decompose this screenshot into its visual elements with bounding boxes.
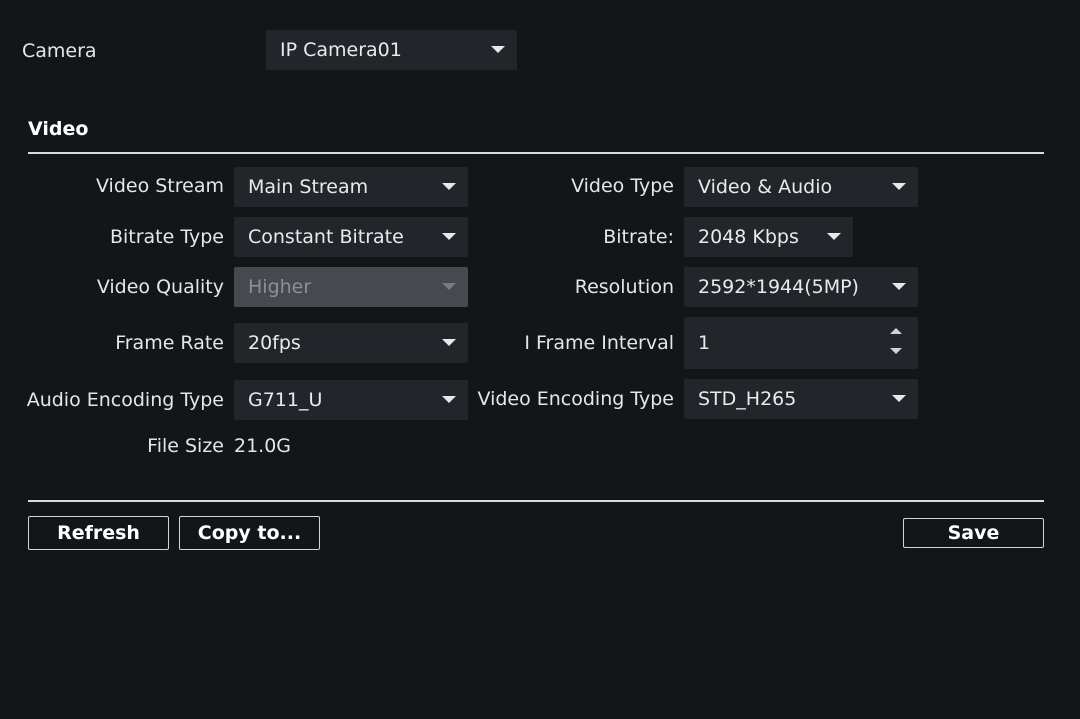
file-size-label: File Size — [147, 435, 224, 457]
audio-encoding-label: Audio Encoding Type — [26, 389, 224, 411]
chevron-down-icon — [442, 396, 456, 403]
save-button[interactable]: Save — [903, 518, 1044, 548]
audio-encoding-select[interactable]: G711_U — [234, 380, 468, 420]
chevron-down-icon — [892, 395, 906, 402]
video-quality-value: Higher — [248, 276, 312, 298]
section-divider-bottom — [28, 500, 1044, 502]
copy-to-button[interactable]: Copy to... — [179, 516, 320, 550]
camera-select[interactable]: IP Camera01 — [266, 30, 517, 70]
file-size-value: 21.0G — [234, 435, 292, 457]
refresh-button[interactable]: Refresh — [28, 516, 169, 550]
bitrate-type-select[interactable]: Constant Bitrate — [234, 217, 468, 257]
video-type-value: Video & Audio — [698, 176, 833, 198]
bitrate-label: Bitrate: — [603, 226, 674, 248]
bitrate-select[interactable]: 2048 Kbps — [684, 217, 853, 257]
resolution-select[interactable]: 2592*1944(5MP) — [684, 267, 918, 307]
bitrate-value: 2048 Kbps — [698, 226, 799, 248]
bitrate-type-label: Bitrate Type — [109, 226, 224, 248]
resolution-label: Resolution — [574, 276, 674, 298]
bitrate-type-value: Constant Bitrate — [248, 226, 404, 248]
chevron-down-icon — [827, 233, 841, 240]
spin-up-icon[interactable] — [890, 328, 902, 334]
camera-label: Camera — [22, 40, 97, 62]
frame-rate-select[interactable]: 20fps — [234, 323, 468, 363]
video-quality-label: Video Quality — [96, 276, 224, 298]
i-frame-interval-value: 1 — [698, 332, 711, 354]
frame-rate-value: 20fps — [248, 332, 301, 354]
chevron-down-icon — [892, 183, 906, 190]
video-stream-label: Video Stream — [95, 175, 224, 197]
video-encoding-value: STD_H265 — [698, 388, 797, 410]
audio-encoding-value: G711_U — [248, 389, 323, 411]
video-encoding-select[interactable]: STD_H265 — [684, 379, 918, 419]
resolution-value: 2592*1944(5MP) — [698, 276, 859, 298]
chevron-down-icon — [491, 46, 505, 53]
i-frame-interval-label: I Frame Interval — [524, 332, 674, 354]
chevron-down-icon — [892, 283, 906, 290]
video-stream-select[interactable]: Main Stream — [234, 167, 468, 207]
spin-down-icon[interactable] — [890, 348, 902, 354]
frame-rate-label: Frame Rate — [115, 332, 224, 354]
video-type-label: Video Type — [571, 175, 674, 197]
section-divider-top — [28, 152, 1044, 154]
video-type-select[interactable]: Video & Audio — [684, 167, 918, 207]
camera-select-value: IP Camera01 — [280, 39, 402, 61]
video-encoding-label: Video Encoding Type — [477, 388, 674, 410]
i-frame-interval-stepper[interactable]: 1 — [684, 317, 918, 369]
section-title: Video — [28, 118, 89, 140]
video-quality-select: Higher — [234, 267, 468, 307]
chevron-down-icon — [442, 339, 456, 346]
chevron-down-icon — [442, 183, 456, 190]
video-stream-value: Main Stream — [248, 176, 369, 198]
chevron-down-icon — [442, 233, 456, 240]
chevron-down-icon — [442, 283, 456, 290]
